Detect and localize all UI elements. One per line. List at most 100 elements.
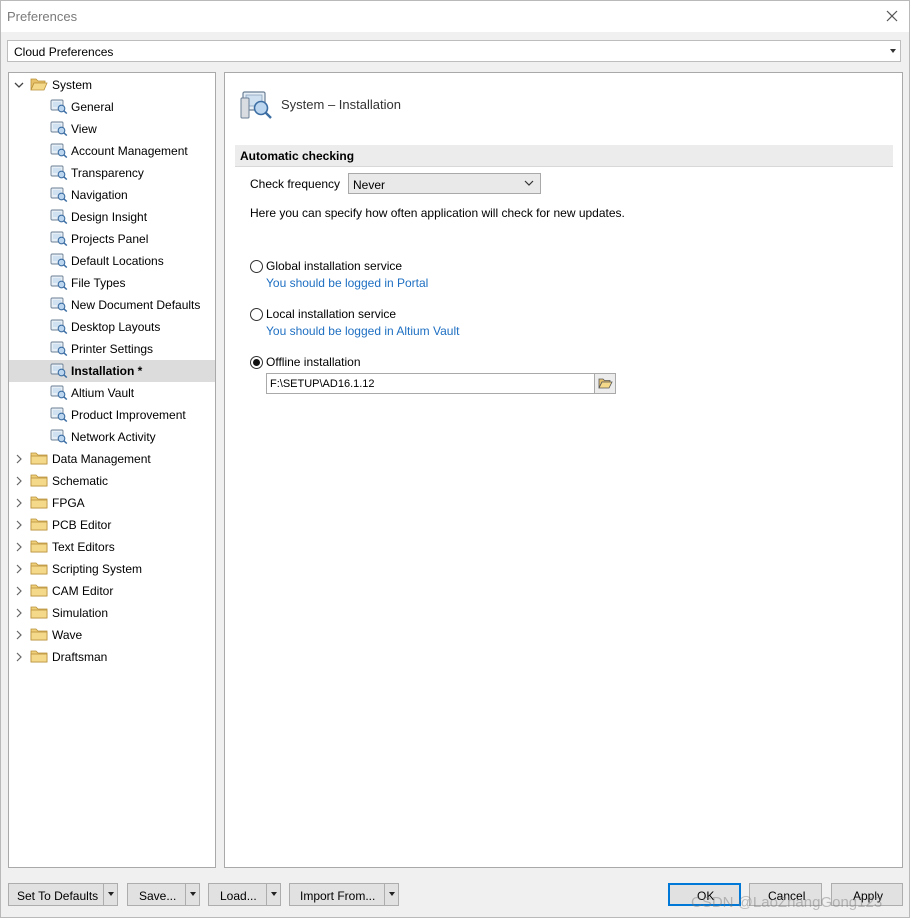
settings-page-icon xyxy=(50,121,68,136)
button-label: Save... xyxy=(139,889,177,903)
tree-label: Product Improvement xyxy=(71,408,186,422)
tree-folder-scripting-system[interactable]: Scripting System xyxy=(9,558,215,580)
tree-label: Scripting System xyxy=(52,562,143,576)
global-installation-radio[interactable] xyxy=(250,260,263,273)
window-title: Preferences xyxy=(7,9,78,24)
panel-title: System – Installation xyxy=(281,97,401,112)
chevron-down-icon[interactable] xyxy=(14,80,24,90)
settings-page-icon xyxy=(50,99,68,114)
local-installation-label[interactable]: Local installation service xyxy=(266,307,396,321)
chevron-right-icon[interactable] xyxy=(14,520,24,530)
settings-page-icon xyxy=(50,253,68,268)
tree-folder-pcb-editor[interactable]: PCB Editor xyxy=(9,514,215,536)
preferences-tree[interactable]: System General View Account Management Tran… xyxy=(8,72,216,868)
tree-item-account-management[interactable]: Account Management xyxy=(9,140,215,162)
preferences-profile-dropdown[interactable]: Cloud Preferences xyxy=(7,40,901,62)
local-installation-radio[interactable] xyxy=(250,308,263,321)
folder-icon xyxy=(30,540,48,553)
tree-label: Wave xyxy=(52,628,83,642)
tree-item-design-insight[interactable]: Design Insight xyxy=(9,206,215,228)
chevron-right-icon[interactable] xyxy=(14,476,24,486)
settings-page-icon xyxy=(50,385,68,400)
tree-folder-draftsman[interactable]: Draftsman xyxy=(9,646,215,668)
browse-folder-button[interactable] xyxy=(594,373,616,394)
close-button[interactable] xyxy=(881,6,903,26)
tree-folder-cam-editor[interactable]: CAM Editor xyxy=(9,580,215,602)
folder-icon xyxy=(30,584,48,597)
tree-item-view[interactable]: View xyxy=(9,118,215,140)
check-frequency-value: Never xyxy=(353,178,386,192)
settings-page-icon xyxy=(50,407,68,422)
tree-folder-schematic[interactable]: Schematic xyxy=(9,470,215,492)
dropdown-arrow-icon[interactable] xyxy=(103,884,118,905)
chevron-right-icon[interactable] xyxy=(14,542,24,552)
button-label: Import From... xyxy=(300,889,376,903)
tree-item-new-document-defaults[interactable]: New Document Defaults xyxy=(9,294,215,316)
global-installation-label[interactable]: Global installation service xyxy=(266,259,402,273)
tree-item-transparency[interactable]: Transparency xyxy=(9,162,215,184)
tree-item-file-types[interactable]: File Types xyxy=(9,272,215,294)
local-installation-hint: You should be logged in Altium Vault xyxy=(266,324,460,338)
tree-folder-simulation[interactable]: Simulation xyxy=(9,602,215,624)
tree-label: Data Management xyxy=(52,452,151,466)
chevron-right-icon[interactable] xyxy=(14,564,24,574)
tree-item-projects-panel[interactable]: Projects Panel xyxy=(9,228,215,250)
tree-item-installation[interactable]: Installation * xyxy=(9,360,215,382)
dropdown-arrow-icon[interactable] xyxy=(266,884,281,905)
chevron-right-icon[interactable] xyxy=(14,498,24,508)
tree-label: Account Management xyxy=(71,144,188,158)
tree-folder-fpga[interactable]: FPGA xyxy=(9,492,215,514)
chevron-right-icon[interactable] xyxy=(14,630,24,640)
tree-item-printer-settings[interactable]: Printer Settings xyxy=(9,338,215,360)
dropdown-arrow-icon[interactable] xyxy=(384,884,399,905)
chevron-right-icon[interactable] xyxy=(14,586,24,596)
tree-label: View xyxy=(71,122,97,136)
offline-path-input[interactable]: F:\SETUP\AD16.1.12 xyxy=(266,373,616,394)
check-frequency-label: Check frequency xyxy=(250,177,341,191)
profile-selected-value: Cloud Preferences xyxy=(14,45,114,59)
save-button[interactable]: Save... xyxy=(127,883,200,906)
tree-item-product-improvement[interactable]: Product Improvement xyxy=(9,404,215,426)
dropdown-arrow-icon[interactable] xyxy=(185,884,200,905)
tree-folder-wave[interactable]: Wave xyxy=(9,624,215,646)
installation-settings-icon xyxy=(240,91,272,119)
folder-open-icon xyxy=(598,378,613,389)
tree-label: Navigation xyxy=(71,188,128,202)
tree-item-altium-vault[interactable]: Altium Vault xyxy=(9,382,215,404)
folder-open-icon xyxy=(30,78,48,91)
tree-folder-text-editors[interactable]: Text Editors xyxy=(9,536,215,558)
tree-item-default-locations[interactable]: Default Locations xyxy=(9,250,215,272)
folder-icon xyxy=(30,518,48,531)
offline-path-value: F:\SETUP\AD16.1.12 xyxy=(270,378,375,390)
button-label: Load... xyxy=(220,889,257,903)
settings-page-icon xyxy=(50,143,68,158)
settings-page-icon xyxy=(50,275,68,290)
tree-label: CAM Editor xyxy=(52,584,114,598)
chevron-down-icon xyxy=(524,180,534,186)
set-to-defaults-button[interactable]: Set To Defaults xyxy=(8,883,118,906)
tree-label: General xyxy=(71,100,114,114)
dropdown-arrow-icon xyxy=(890,49,896,53)
tree-label: Text Editors xyxy=(52,540,115,554)
check-frequency-dropdown[interactable]: Never xyxy=(348,173,541,194)
tree-item-general[interactable]: General xyxy=(9,96,215,118)
tree-label: Desktop Layouts xyxy=(71,320,161,334)
load-button[interactable]: Load... xyxy=(208,883,281,906)
chevron-right-icon[interactable] xyxy=(14,652,24,662)
offline-installation-label[interactable]: Offline installation xyxy=(266,355,361,369)
tree-item-navigation[interactable]: Navigation xyxy=(9,184,215,206)
import-from-button[interactable]: Import From... xyxy=(289,883,399,906)
tree-item-desktop-layouts[interactable]: Desktop Layouts xyxy=(9,316,215,338)
settings-page-icon xyxy=(50,231,68,246)
chevron-right-icon[interactable] xyxy=(14,608,24,618)
tree-label: Projects Panel xyxy=(71,232,149,246)
offline-installation-radio[interactable] xyxy=(250,356,263,369)
tree-folder-system[interactable]: System xyxy=(9,74,215,96)
tree-item-network-activity[interactable]: Network Activity xyxy=(9,426,215,448)
tree-folder-data-management[interactable]: Data Management xyxy=(9,448,215,470)
settings-page-icon xyxy=(50,297,68,312)
settings-page-icon xyxy=(50,341,68,356)
settings-page-icon xyxy=(50,363,68,378)
close-icon xyxy=(886,10,898,22)
chevron-right-icon[interactable] xyxy=(14,454,24,464)
